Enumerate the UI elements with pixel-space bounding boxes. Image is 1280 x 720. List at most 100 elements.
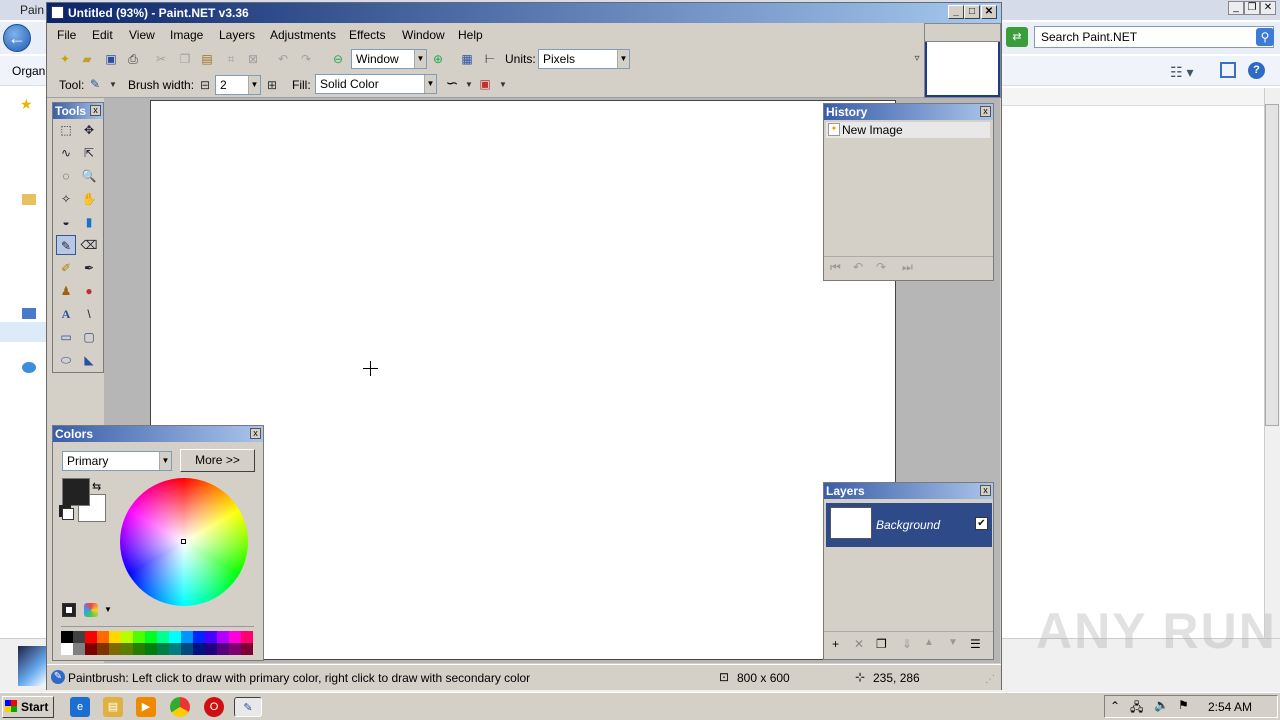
increase-width-icon[interactable]: ⊞ xyxy=(264,77,280,93)
tray-expand-icon[interactable]: ⌃ xyxy=(1110,699,1120,713)
toolbar-overflow-icon[interactable]: ▿ xyxy=(909,51,925,67)
palette-swatch[interactable] xyxy=(157,631,169,643)
palette-picker-icon[interactable] xyxy=(84,603,98,617)
resize-grip-icon[interactable]: ⋰ xyxy=(985,674,995,685)
add-layer-icon[interactable]: + xyxy=(832,637,839,651)
print-icon[interactable]: ⎙ xyxy=(125,51,141,67)
undo-icon[interactable]: ↶ xyxy=(275,51,291,67)
history-item[interactable]: New Image xyxy=(826,122,990,138)
duplicate-layer-icon[interactable]: ❐ xyxy=(876,637,887,651)
palette-swatch[interactable] xyxy=(229,643,241,655)
tool-paintbrush[interactable]: ✎ xyxy=(56,235,76,255)
network-icon[interactable] xyxy=(22,362,36,373)
computer-icon[interactable] xyxy=(22,308,36,319)
search-input[interactable]: Search Paint.NET xyxy=(1034,26,1274,48)
layer-row[interactable]: Background ✔ xyxy=(826,503,992,547)
palette-swatch[interactable] xyxy=(85,631,97,643)
antialias-icon[interactable]: ∽ xyxy=(444,76,460,92)
palette-swatch[interactable] xyxy=(109,643,121,655)
color-wheel-selector[interactable] xyxy=(181,539,186,544)
palette-swatch[interactable] xyxy=(193,631,205,643)
tool-text[interactable]: A xyxy=(56,304,76,324)
opera-icon[interactable]: O xyxy=(204,697,224,717)
tool-pencil[interactable]: ✐ xyxy=(56,258,76,278)
tool-ellipse[interactable]: ⬭ xyxy=(56,350,76,370)
menu-adjustments[interactable]: Adjustments xyxy=(270,28,336,42)
minimize-button[interactable]: _ xyxy=(948,5,964,19)
tool-clone-stamp[interactable]: ♟ xyxy=(56,281,76,301)
bg-scrollbar-thumb[interactable] xyxy=(1265,104,1279,426)
palette-swatch[interactable] xyxy=(181,643,193,655)
refresh-button[interactable]: ⇄ xyxy=(1006,27,1028,47)
units-select[interactable]: Pixels ▼ xyxy=(538,49,630,69)
chevron-down-icon[interactable]: ▼ xyxy=(495,77,511,93)
palette-swatch[interactable] xyxy=(241,631,253,643)
chevron-down-icon[interactable]: ▼ xyxy=(461,77,477,93)
bg-minimize-button[interactable]: _ xyxy=(1228,1,1244,15)
layer-visibility-checkbox[interactable]: ✔ xyxy=(975,517,988,530)
history-last-icon[interactable]: ⏭ xyxy=(902,260,913,275)
tool-move-selection[interactable]: ✥ xyxy=(79,120,99,140)
tool-gradient[interactable]: ▮ xyxy=(79,212,99,232)
palette-swatch[interactable] xyxy=(61,643,73,655)
explorer-icon[interactable]: ▤ xyxy=(103,697,123,717)
palette-swatch[interactable] xyxy=(157,643,169,655)
brush-width-input[interactable]: 2 ▼ xyxy=(215,75,261,95)
tool-paint-bucket[interactable]: ◒ xyxy=(56,212,76,232)
paste-icon[interactable]: ▤ xyxy=(199,51,215,67)
palette-swatch[interactable] xyxy=(73,643,85,655)
menu-edit[interactable]: Edit xyxy=(92,28,113,42)
paintnet-icon[interactable]: ✎ xyxy=(234,697,262,717)
organize-button[interactable]: Organi xyxy=(12,64,48,78)
menu-window[interactable]: Window xyxy=(402,28,445,42)
nav-selected-item[interactable] xyxy=(0,322,46,342)
palette-swatch[interactable] xyxy=(169,643,181,655)
tool-move-selected[interactable]: ⇱ xyxy=(79,143,99,163)
menu-view[interactable]: View xyxy=(129,28,155,42)
palette-menu-icon[interactable] xyxy=(62,603,76,617)
zoom-out-icon[interactable]: ⊖ xyxy=(330,51,346,67)
decrease-width-icon[interactable]: ⊟ xyxy=(197,77,213,93)
palette-swatch[interactable] xyxy=(145,643,157,655)
menu-layers[interactable]: Layers xyxy=(219,28,255,42)
chrome-icon[interactable] xyxy=(170,697,190,717)
tool-line-curve[interactable]: \ xyxy=(79,304,99,324)
palette-swatch[interactable] xyxy=(133,643,145,655)
copy-icon[interactable]: ❐ xyxy=(177,51,193,67)
grid-icon[interactable]: ▦ xyxy=(459,51,475,67)
zoom-select[interactable]: Window ▼ xyxy=(351,49,427,69)
tool-eraser[interactable]: ⌫ xyxy=(79,235,99,255)
favorites-icon[interactable]: ★ xyxy=(20,96,33,113)
paintbrush-icon[interactable]: ✎ xyxy=(87,76,103,92)
redo-icon[interactable]: ↷ xyxy=(298,51,314,67)
colors-close-icon[interactable]: x xyxy=(250,428,261,439)
palette-swatch[interactable] xyxy=(121,631,133,643)
cut-icon[interactable]: ✂ xyxy=(153,51,169,67)
history-first-icon[interactable]: ⏮ xyxy=(830,260,841,275)
clock[interactable]: 2:54 AM xyxy=(1208,700,1252,714)
tool-zoom[interactable]: 🔍 xyxy=(79,166,99,186)
primary-color-swatch[interactable] xyxy=(62,478,90,506)
open-icon[interactable]: ▰ xyxy=(79,51,95,67)
maximize-button[interactable]: □ xyxy=(964,5,980,19)
chevron-down-icon[interactable]: ▼ xyxy=(105,77,121,93)
palette-swatch[interactable] xyxy=(97,631,109,643)
tool-freeform-shape[interactable]: ◣ xyxy=(79,350,99,370)
reset-colors-icon[interactable] xyxy=(62,508,74,520)
bg-maximize-button[interactable]: ❐ xyxy=(1244,1,1260,15)
ie-icon[interactable]: e xyxy=(70,697,90,717)
tool-pan[interactable]: ✋ xyxy=(79,189,99,209)
palette-swatch[interactable] xyxy=(73,631,85,643)
merge-down-icon[interactable]: ⇓ xyxy=(902,637,912,651)
palette-swatch[interactable] xyxy=(61,631,73,643)
palette-swatch[interactable] xyxy=(217,631,229,643)
history-undo-icon[interactable]: ↶ xyxy=(853,260,863,274)
libraries-icon[interactable] xyxy=(22,194,36,205)
move-layer-down-icon[interactable]: ▼ xyxy=(948,637,958,648)
move-layer-up-icon[interactable]: ▲ xyxy=(924,637,934,648)
menu-effects[interactable]: Effects xyxy=(349,28,385,42)
blend-mode-icon[interactable]: ▣ xyxy=(477,76,493,92)
menu-image[interactable]: Image xyxy=(170,28,203,42)
palette-swatch[interactable] xyxy=(229,631,241,643)
bg-close-button[interactable]: ✕ xyxy=(1260,1,1276,15)
